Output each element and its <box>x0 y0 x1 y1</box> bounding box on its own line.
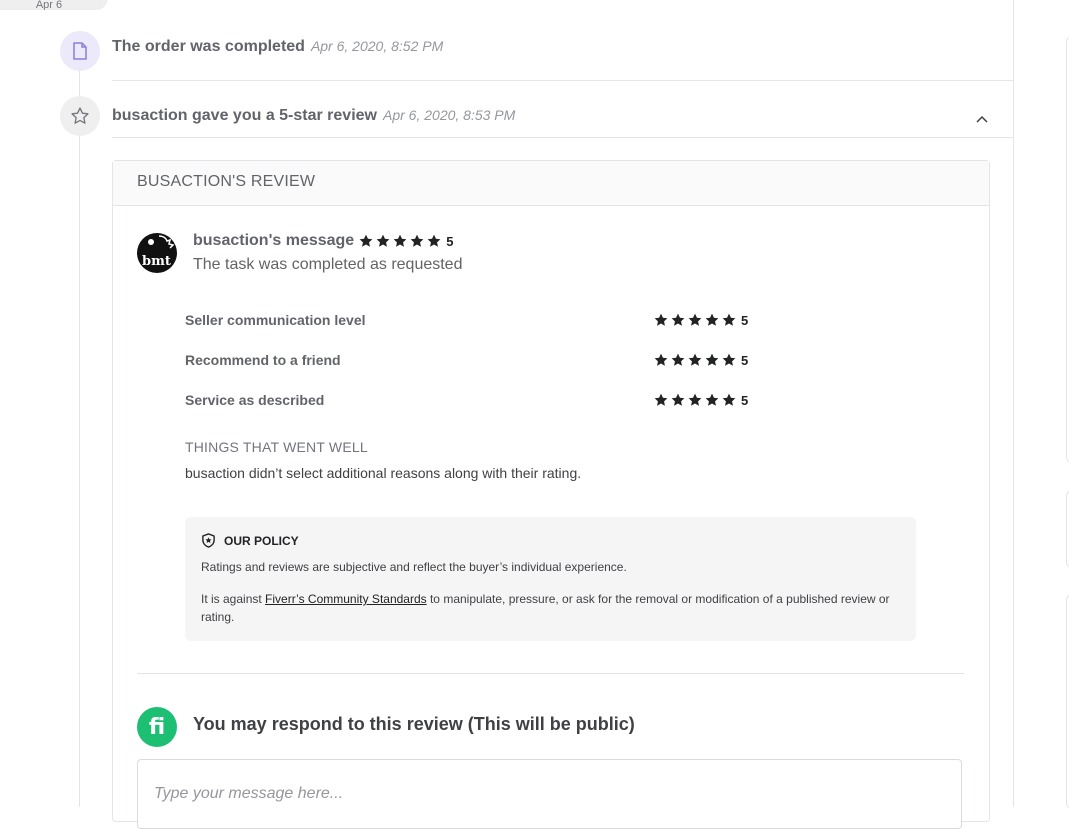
review-header: BUSACTION'S REVIEW <box>113 161 989 206</box>
star-icon <box>654 313 668 326</box>
star-icon <box>688 393 702 406</box>
star-icon <box>688 313 702 326</box>
policy-header: OUR POLICY <box>201 533 299 548</box>
star-outline-icon <box>60 96 100 136</box>
star-icon <box>705 393 719 406</box>
star-icon <box>722 313 736 326</box>
star-icon <box>410 234 424 247</box>
policy-text-2: It is against Fiverr’s Community Standar… <box>201 592 890 624</box>
went-well-title: THINGS THAT WENT WELL <box>185 439 368 455</box>
star-icon <box>688 353 702 366</box>
star-icon <box>671 353 685 366</box>
event-review-received: busaction gave you a 5-star review Apr 6,… <box>112 107 516 124</box>
document-icon <box>60 31 100 71</box>
criterion-label-as-described: Service as described <box>185 392 325 408</box>
criterion-rating-value: 5 <box>741 392 749 408</box>
star-icon <box>654 393 668 406</box>
review-author-label: busaction's message <box>193 232 355 249</box>
date-pill: Apr 6 <box>0 0 108 10</box>
review-message-text: The task was completed as requested <box>193 256 463 273</box>
criterion-rating-value: 5 <box>741 352 749 368</box>
criterion-rating-as-described: 5 <box>653 392 748 408</box>
column-divider <box>1013 0 1014 807</box>
star-icon <box>722 393 736 406</box>
overall-rating-value: 5 <box>446 233 454 249</box>
star-icon <box>705 353 719 366</box>
star-icon <box>722 353 736 366</box>
community-standards-link[interactable]: Fiverr’s Community Standards <box>265 592 427 606</box>
star-icon <box>671 393 685 406</box>
respond-title: You may respond to this review (This wil… <box>193 714 635 734</box>
overall-rating-stars <box>358 233 442 249</box>
event-divider <box>112 80 1013 81</box>
criterion-rating-recommend: 5 <box>653 352 748 368</box>
event-divider <box>112 137 1013 138</box>
star-icon <box>359 234 373 247</box>
star-icon <box>654 353 668 366</box>
criterion-rating-value: 5 <box>741 312 749 328</box>
criterion-label-recommend: Recommend to a friend <box>185 352 341 368</box>
went-well-text: busaction didn’t select additional reaso… <box>185 465 582 481</box>
review-response-input[interactable] <box>137 759 962 829</box>
shield-star-icon <box>202 533 215 548</box>
policy-title: OUR POLICY <box>224 533 299 548</box>
event-order-completed: The order was completed Apr 6, 2020, 8:52… <box>112 38 444 55</box>
avatar: bmt <box>137 233 177 273</box>
chevron-up-icon[interactable] <box>973 110 991 128</box>
criterion-label-communication: Seller communication level <box>185 312 366 328</box>
fiverr-logo: fi <box>137 707 177 747</box>
star-icon <box>376 234 390 247</box>
timeline-line <box>79 70 80 807</box>
policy-text-1: Ratings and reviews are subjective and r… <box>201 560 627 574</box>
star-icon <box>393 234 407 247</box>
criterion-rating-communication: 5 <box>653 312 748 328</box>
star-icon <box>671 313 685 326</box>
review-message-header: busaction's message 5 <box>193 232 453 250</box>
star-icon <box>705 313 719 326</box>
review-card: BUSACTION'S REVIEW bmt busaction's messa… <box>112 160 990 829</box>
policy-box: OUR POLICY Ratings and reviews are subje… <box>185 517 916 641</box>
star-icon <box>427 234 441 247</box>
respond-divider <box>137 673 964 674</box>
